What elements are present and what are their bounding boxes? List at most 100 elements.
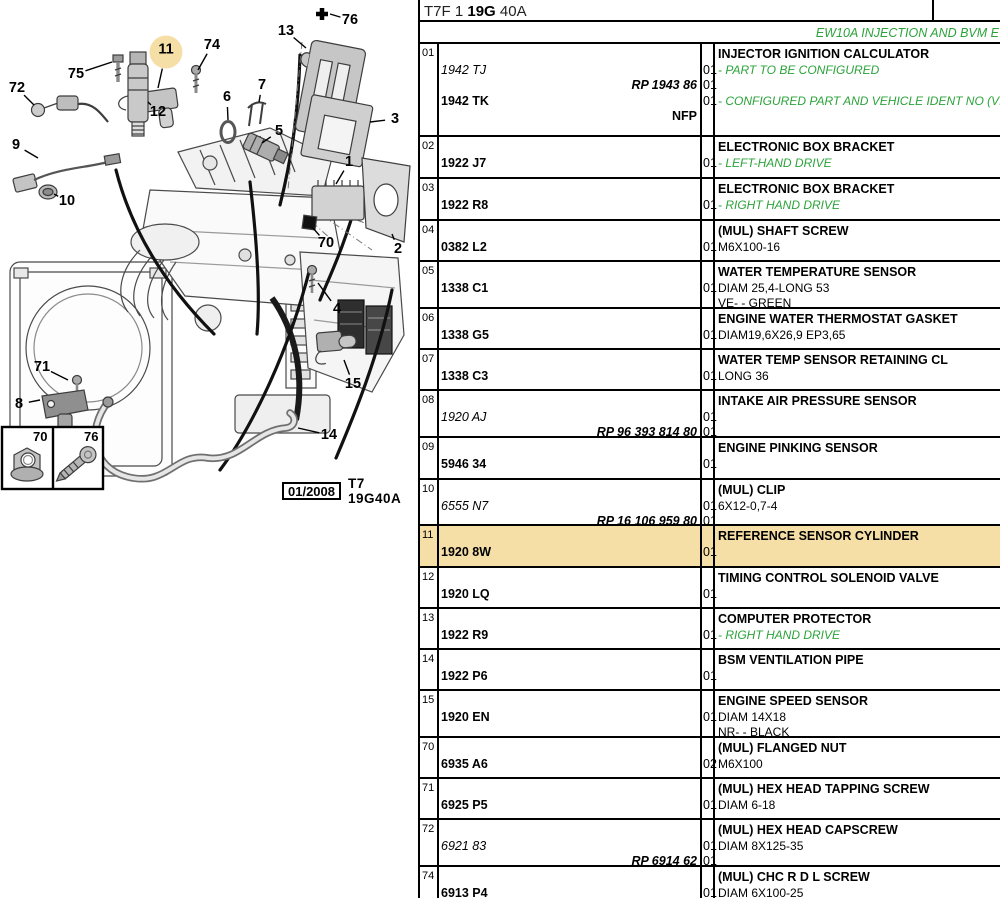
part-qty-cell: 01 <box>700 650 717 689</box>
callout-4[interactable]: 4 <box>330 300 344 319</box>
callout-72[interactable]: 72 <box>6 79 28 98</box>
leader-line-14 <box>297 427 320 434</box>
callout-12[interactable]: 12 <box>147 103 169 122</box>
parts-row-02[interactable]: 02 1922 J7 01 ELECTRONIC BOX BRACKET - LEF… <box>420 137 1000 179</box>
part-item-number: 02 <box>422 140 435 152</box>
part-description-cell: INTAKE AIR PRESSURE SENSOR <box>715 391 1000 436</box>
part-reference-cell: 1922 P6 <box>439 650 700 689</box>
part-item-number: 72 <box>422 823 435 835</box>
part-reference-line <box>441 265 697 281</box>
parts-row-74[interactable]: 74 6913 P4 01 (MUL) CHC R D L SCREW DIAM 6… <box>420 867 1000 898</box>
part-description-line: (MUL) HEX HEAD TAPPING SCREW <box>718 782 930 796</box>
part-description-cell: (MUL) HEX HEAD TAPPING SCREW DIAM 6-18 <box>715 779 1000 818</box>
part-description-line <box>718 514 1000 524</box>
parts-row-04[interactable]: 04 0382 L2 01 (MUL) SHAFT SCREW M6X100-16 <box>420 221 1000 262</box>
part-qty-cell: 01 <box>700 262 717 307</box>
parts-row-15[interactable]: 15 1920 EN 01 ENGINE SPEED SENSOR DIAM 14… <box>420 691 1000 738</box>
callout-71[interactable]: 71 <box>31 358 53 377</box>
part-qty-cell: 01 01 <box>700 820 717 868</box>
part-item-number: 70 <box>422 741 435 753</box>
parts-row-71[interactable]: 71 6925 P5 01 (MUL) HEX HEAD TAPPING SCRE… <box>420 779 1000 820</box>
parts-row-12[interactable]: 12 1920 LQ 01 TIMING CONTROL SOLENOID VAL… <box>420 568 1000 609</box>
parts-row-14[interactable]: 14 1922 P6 01 BSM VENTILATION PIPE <box>420 650 1000 691</box>
part-qty-line <box>703 741 713 757</box>
callout-15[interactable]: 15 <box>342 375 364 394</box>
part-reference-line: 6555 N7 <box>441 498 489 513</box>
parts-row-10[interactable]: 10 6555 N7 RP 16 106 959 80 01 01 (MUL) CLI… <box>420 480 1000 528</box>
part-item-number: 09 <box>422 441 435 453</box>
callout-13[interactable]: 13 <box>275 22 297 41</box>
part-qty-cell: 01 <box>700 568 717 607</box>
callout-14[interactable]: 14 <box>318 426 340 445</box>
page-subtitle: EW10A INJECTION AND BVM E <box>420 22 1000 44</box>
part-reference-line <box>441 312 697 328</box>
part-item-number: 12 <box>422 571 435 583</box>
callout-6[interactable]: 6 <box>220 88 234 107</box>
part-description-line: VE- - GREEN <box>718 296 792 307</box>
part-qty-line: 01 <box>703 155 717 170</box>
leader-line-1 <box>335 170 345 185</box>
callout-75[interactable]: 75 <box>65 65 87 84</box>
part-qty-line: 01 <box>703 544 717 559</box>
part-description-line: M6X100-16 <box>718 239 781 254</box>
part-description-line: ELECTRONIC BOX BRACKET <box>718 140 895 154</box>
parts-row-03[interactable]: 03 1922 R8 01 ELECTRONIC BOX BRACKET - RIG… <box>420 179 1000 221</box>
parts-row-08[interactable]: 08 1920 AJ RP 96 393 814 80 01 01 INTAKE AI… <box>420 391 1000 439</box>
part-description-cell: COMPUTER PROTECTOR - RIGHT HAND DRIVE <box>715 609 1000 648</box>
part-description-cell: BSM VENTILATION PIPE <box>715 650 1000 689</box>
parts-row-09[interactable]: 09 5946 34 01 ENGINE PINKING SENSOR <box>420 438 1000 480</box>
parts-row-11[interactable]: 11 1920 8W 01 REFERENCE SENSOR CYLINDER <box>420 526 1000 568</box>
part-reference-line: 1942 TK <box>441 93 489 108</box>
callout-70[interactable]: 70 <box>315 234 337 253</box>
part-reference-line <box>441 782 697 798</box>
parts-row-70[interactable]: 70 6935 A6 02 (MUL) FLANGED NUT M6X100 <box>420 738 1000 779</box>
parts-row-13[interactable]: 13 1922 R9 01 COMPUTER PROTECTOR - RIGHT H… <box>420 609 1000 650</box>
part-reference-line <box>441 870 697 886</box>
callout-74[interactable]: 74 <box>201 36 223 55</box>
parts-row-07[interactable]: 07 1338 C3 01 WATER TEMP SENSOR RETAINING… <box>420 350 1000 391</box>
callout-1[interactable]: 1 <box>342 153 356 172</box>
figure-stamp: 01/2008 T7 19G40A <box>282 476 418 506</box>
part-qty-cell: 01 <box>700 526 717 566</box>
part-item-number: 05 <box>422 265 435 277</box>
part-description-cell: ELECTRONIC BOX BRACKET - LEFT-HAND DRIVE <box>715 137 1000 177</box>
part-reference-line: 1920 EN <box>441 709 490 724</box>
part-description-line: (MUL) HEX HEAD CAPSCREW <box>718 823 898 837</box>
part-qty-line: 01 <box>703 838 717 853</box>
part-description-line: ENGINE PINKING SENSOR <box>718 441 878 455</box>
parts-row-05[interactable]: 05 1338 C1 01 WATER TEMPERATURE SENSOR DI… <box>420 262 1000 309</box>
parts-row-06[interactable]: 06 1338 G5 01 ENGINE WATER THERMOSTAT GAS… <box>420 309 1000 350</box>
part-description-line: REFERENCE SENSOR CYLINDER <box>718 529 919 543</box>
part-description-line: - LEFT-HAND DRIVE <box>718 155 832 170</box>
part-description-line: TIMING CONTROL SOLENOID VALVE <box>718 571 939 585</box>
callout-9[interactable]: 9 <box>9 136 23 155</box>
stamp-date: 01/2008 <box>282 482 341 500</box>
part-qty-line: 01 <box>703 885 717 898</box>
part-description-cell: ENGINE PINKING SENSOR <box>715 438 1000 478</box>
parts-row-01[interactable]: 01 1942 TJ RP 1943 86 1942 TK NFP 01 01 01 IN… <box>420 44 1000 137</box>
part-qty-line <box>703 182 713 198</box>
part-reference-line <box>441 529 697 545</box>
callout-5[interactable]: 5 <box>272 122 286 141</box>
part-qty-line <box>703 653 713 669</box>
callout-8[interactable]: 8 <box>12 395 26 414</box>
callout-11-highlighted[interactable]: 11 <box>149 35 183 69</box>
part-description-line: DIAM 25,4-LONG 53 <box>718 280 830 295</box>
parts-row-72[interactable]: 72 6921 83 RP 6914 62 01 01 (MUL) HEX HEAD … <box>420 820 1000 868</box>
header-divider <box>932 0 934 20</box>
part-qty-cell: 01 <box>700 609 717 648</box>
callout-76[interactable]: 76 <box>339 11 361 30</box>
part-reference-line: 1920 AJ <box>441 409 487 424</box>
part-qty-cell: 01 <box>700 309 717 348</box>
part-description-line: BSM VENTILATION PIPE <box>718 653 864 667</box>
part-description-line <box>718 587 1000 603</box>
leader-line-74 <box>197 53 208 71</box>
part-reference-cell: 1920 8W <box>439 526 700 566</box>
callout-7[interactable]: 7 <box>255 76 269 95</box>
callout-2[interactable]: 2 <box>391 240 405 259</box>
part-description-cell: WATER TEMP SENSOR RETAINING CL LONG 36 <box>715 350 1000 389</box>
callout-3[interactable]: 3 <box>388 110 402 129</box>
callout-10[interactable]: 10 <box>56 192 78 211</box>
part-item-number: 08 <box>422 394 435 406</box>
part-item-number: 03 <box>422 182 435 194</box>
